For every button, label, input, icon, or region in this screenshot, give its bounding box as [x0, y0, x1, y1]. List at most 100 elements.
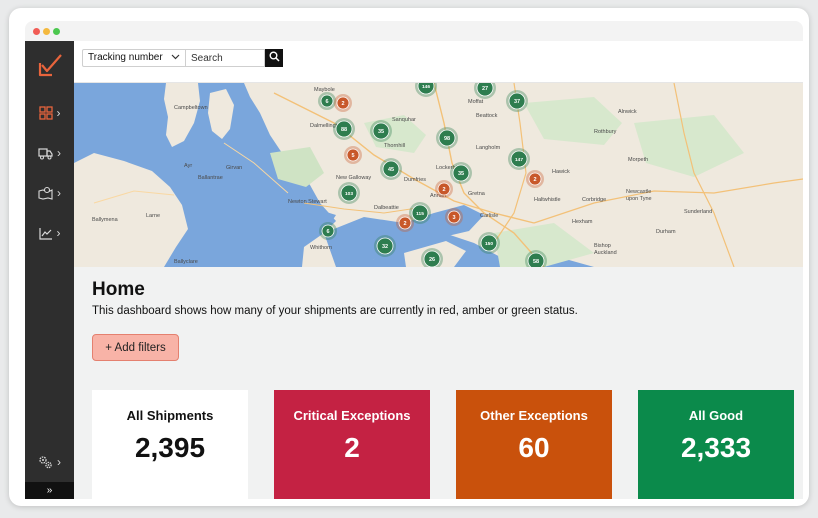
map-cluster-count: 147 [515, 157, 523, 163]
truck-icon [38, 147, 53, 160]
map-cluster-good[interactable]: 103 [338, 182, 360, 204]
maximize-dot[interactable] [53, 28, 60, 35]
sidebar-item-shipments[interactable]: › [25, 136, 74, 170]
map-cluster-good[interactable]: 6 [318, 92, 336, 110]
map-cluster-other[interactable]: 2 [435, 180, 453, 198]
card-value: 2,395 [134, 432, 206, 463]
page-description: This dashboard shows how many of your sh… [92, 305, 578, 317]
svg-text:Auckland: Auckland [594, 250, 617, 256]
map-cluster-good[interactable]: 45 [380, 158, 402, 180]
svg-text:Ballantrae: Ballantrae [198, 175, 223, 181]
map-cluster-count: 35 [378, 129, 384, 135]
svg-text:Maybole: Maybole [314, 87, 335, 93]
map-cluster-good[interactable]: 88 [333, 118, 355, 140]
svg-text:Dumfries: Dumfries [404, 177, 426, 183]
svg-text:Morpeth: Morpeth [628, 157, 648, 163]
map-cluster-count: 2 [442, 187, 445, 193]
svg-text:Durham: Durham [656, 229, 676, 235]
map-cluster-count: 58 [533, 259, 539, 265]
svg-text:Alnwick: Alnwick [618, 109, 637, 115]
map-cluster-count: 5 [351, 153, 354, 159]
svg-text:Gretna: Gretna [468, 191, 486, 197]
card-value: 60 [518, 432, 550, 463]
map-cluster-good[interactable]: 35 [370, 120, 392, 142]
gears-icon [38, 455, 53, 469]
map-cluster-count: 2 [533, 177, 536, 183]
map-cluster-good[interactable]: 150 [478, 232, 500, 254]
map-cluster-good[interactable]: 147 [508, 148, 530, 170]
card-other-exceptions[interactable]: Other Exceptions 60 [456, 390, 612, 499]
add-filters-button[interactable]: + Add filters [92, 334, 179, 361]
svg-text:Corbridge: Corbridge [582, 197, 606, 203]
svg-text:Sanquhar: Sanquhar [392, 117, 416, 123]
svg-text:Ayr: Ayr [184, 163, 192, 169]
svg-text:Larne: Larne [146, 213, 160, 219]
card-all-shipments[interactable]: All Shipments 2,395 [92, 390, 248, 499]
map-cluster-count: 103 [345, 191, 353, 197]
line-chart-icon [38, 227, 53, 240]
card-value: 2 [344, 432, 360, 463]
sidebar-item-analytics[interactable]: › [25, 216, 74, 250]
map-cluster-good[interactable]: 115 [409, 202, 431, 224]
sidebar: › › › › › » [25, 41, 74, 499]
map-cluster-count: 32 [382, 244, 388, 250]
map-cluster-count: 27 [482, 86, 488, 92]
svg-text:Campbeltown: Campbeltown [174, 105, 208, 111]
svg-text:Dalbeattie: Dalbeattie [374, 205, 399, 211]
svg-text:Girvan: Girvan [226, 165, 242, 171]
map-cluster-count: 35 [458, 171, 464, 177]
search-icon [269, 49, 280, 67]
svg-text:Sunderland: Sunderland [684, 209, 712, 215]
map-cluster-other[interactable]: 5 [344, 146, 362, 164]
map-cluster-good[interactable]: 6 [319, 222, 337, 240]
close-dot[interactable] [33, 28, 40, 35]
svg-text:Rothbury: Rothbury [594, 129, 617, 135]
page-title: Home [92, 279, 145, 300]
search-type-label: Tracking number [88, 52, 163, 63]
map-pin-icon [38, 186, 53, 200]
svg-text:Moffat: Moffat [468, 99, 484, 105]
map-cluster-count: 150 [485, 241, 493, 247]
search-button[interactable] [265, 49, 283, 67]
svg-text:Newton Stewart: Newton Stewart [288, 199, 327, 205]
sidebar-item-map[interactable]: › [25, 176, 74, 210]
chevron-right-icon: › [57, 186, 61, 200]
map-cluster-good[interactable]: 32 [374, 235, 396, 257]
map-cluster-count: 45 [388, 167, 394, 173]
svg-text:Hawick: Hawick [552, 169, 570, 175]
collapse-sidebar-button[interactable]: » [25, 482, 74, 499]
minimize-dot[interactable] [43, 28, 50, 35]
sidebar-item-dashboard[interactable]: › [25, 96, 74, 130]
chevron-right-icon: › [56, 226, 61, 240]
map-cluster-other[interactable]: 2 [334, 94, 352, 112]
svg-text:Carlisle: Carlisle [480, 213, 498, 219]
map-cluster-good[interactable]: 37 [506, 90, 528, 112]
svg-text:upon Tyne: upon Tyne [626, 196, 652, 202]
card-critical-exceptions[interactable]: Critical Exceptions 2 [274, 390, 430, 499]
svg-text:Bishop: Bishop [594, 243, 611, 249]
map-cluster-count: 37 [514, 99, 520, 105]
map-cluster-other[interactable]: 2 [526, 170, 544, 188]
svg-text:Langholm: Langholm [476, 145, 501, 151]
svg-text:Beattock: Beattock [476, 113, 498, 119]
map-cluster-count: 115 [416, 211, 424, 217]
svg-text:New Galloway: New Galloway [336, 175, 371, 181]
map-base: Campbeltown Maybole Dalmellington Sanquh… [74, 83, 803, 267]
map-cluster-count: 3 [452, 215, 455, 221]
sidebar-item-settings[interactable]: › [25, 445, 74, 479]
map-cluster-count: 26 [429, 257, 435, 263]
card-label: Critical Exceptions [293, 408, 411, 423]
map-cluster-other[interactable]: 3 [445, 208, 463, 226]
chevron-right-icon: › [56, 106, 61, 120]
card-label: All Good [688, 408, 744, 423]
card-all-good[interactable]: All Good 2,333 [638, 390, 794, 499]
svg-text:Hexham: Hexham [572, 219, 593, 225]
svg-text:Newcastle: Newcastle [626, 189, 651, 195]
search-type-select[interactable]: Tracking number [82, 49, 186, 67]
map-cluster-good[interactable]: 98 [436, 127, 458, 149]
chevron-down-icon [171, 50, 180, 66]
shipments-map[interactable]: Campbeltown Maybole Dalmellington Sanquh… [74, 83, 803, 267]
brand-logo-icon[interactable] [36, 51, 64, 79]
map-cluster-good[interactable]: 35 [450, 162, 472, 184]
search-input[interactable] [186, 49, 265, 67]
